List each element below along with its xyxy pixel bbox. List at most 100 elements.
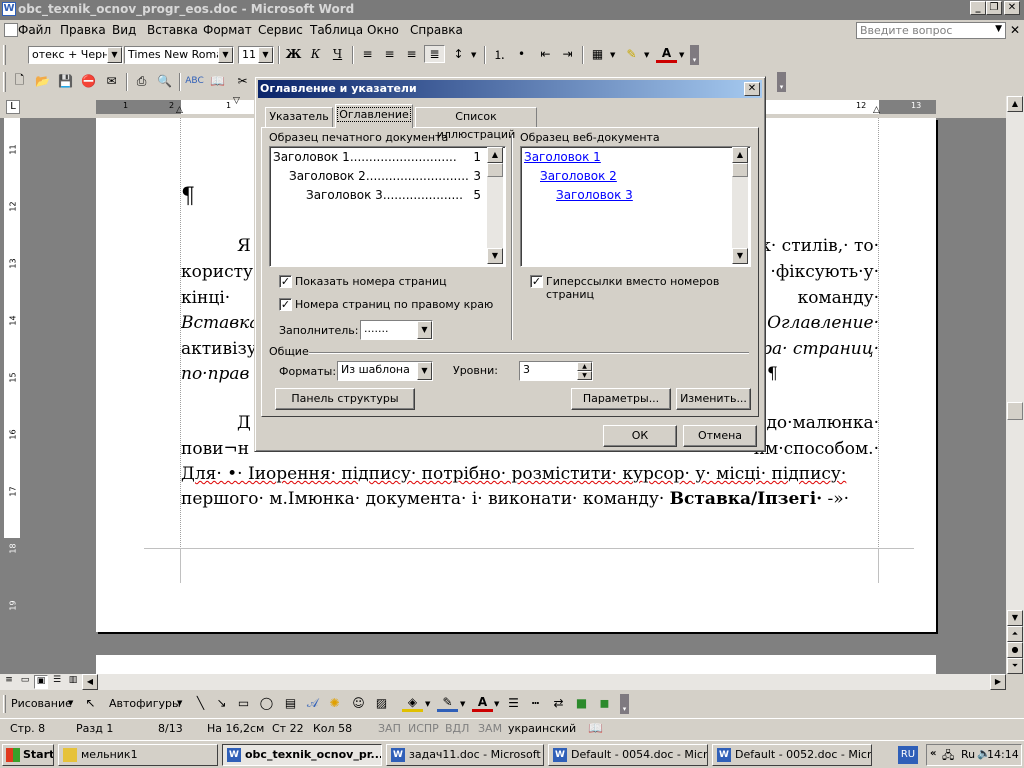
underline-icon[interactable]: Ч xyxy=(327,45,348,63)
show-page-numbers-label[interactable]: Показать номера страниц xyxy=(295,275,447,288)
print-layout-view-icon[interactable]: ▣ xyxy=(34,675,48,689)
scroll-thumb[interactable] xyxy=(487,163,503,177)
text-color-icon[interactable]: A xyxy=(472,694,493,712)
menu-table[interactable]: Таблица xyxy=(310,23,363,37)
arrow-style-icon[interactable]: ⇄ xyxy=(548,694,569,712)
line-style-icon[interactable]: ☰ xyxy=(503,694,524,712)
formats-select[interactable]: Из шаблона ▼ xyxy=(337,361,433,381)
next-document-page[interactable] xyxy=(96,655,936,674)
permission-icon[interactable]: ⛔ xyxy=(78,72,99,90)
justify-icon[interactable]: ≣ xyxy=(424,45,445,63)
menu-format[interactable]: Формат xyxy=(203,23,252,37)
close-window-button[interactable]: ✕ xyxy=(1004,1,1020,15)
horizontal-scrollbar[interactable]: ≡ ▭ ▣ ☰ ▥ ◀ ▶ xyxy=(0,674,1006,690)
spelling-status-icon[interactable]: 📖 xyxy=(588,721,603,735)
outline-toolbar-button[interactable]: Панель структуры xyxy=(275,388,415,410)
doc-menu-icon[interactable] xyxy=(4,23,18,37)
line-spacing-dropdown-icon[interactable]: ▼ xyxy=(471,51,476,59)
menu-file[interactable]: Файл xyxy=(18,23,51,37)
levels-down-icon[interactable]: ▼ xyxy=(577,371,592,380)
line-color-dropdown-icon[interactable]: ▼ xyxy=(460,700,465,708)
tab-contents[interactable]: Оглавление xyxy=(335,104,413,128)
toolbar-options-icon[interactable]: ▾ xyxy=(620,694,629,714)
3d-style-icon[interactable]: ◼ xyxy=(594,694,615,712)
toolbar-grip[interactable] xyxy=(3,695,6,713)
taskbar-folder-button[interactable]: мельник1 xyxy=(58,744,218,766)
dash-style-icon[interactable]: ┅ xyxy=(525,694,546,712)
open-icon[interactable]: 📂 xyxy=(32,72,53,90)
save-icon[interactable]: 💾 xyxy=(55,72,76,90)
hyperlinks-checkbox[interactable]: ✓ xyxy=(530,275,543,288)
autoshapes-menu[interactable]: Автофигуры xyxy=(109,697,181,710)
status-ovr[interactable]: ЗАМ xyxy=(478,722,502,735)
research-icon[interactable]: 📖 xyxy=(207,72,228,90)
scroll-down-icon[interactable]: ▼ xyxy=(487,248,503,264)
spelling-icon[interactable]: ABC xyxy=(184,72,205,90)
oval-tool-icon[interactable]: ◯ xyxy=(256,694,277,712)
scroll-up-icon[interactable]: ▲ xyxy=(1007,96,1023,112)
next-page-icon[interactable]: ⏷ xyxy=(1007,658,1023,674)
style-dropdown-icon[interactable]: ▼ xyxy=(107,47,122,63)
align-center-icon[interactable]: ≡ xyxy=(379,45,400,63)
status-ext[interactable]: ВДЛ xyxy=(445,722,469,735)
dialog-close-button[interactable]: ✕ xyxy=(744,82,760,96)
vertical-scrollbar[interactable]: ▲ ▼ ⏶ ● ⏷ xyxy=(1006,96,1024,674)
reading-view-icon[interactable]: ▥ xyxy=(66,675,80,689)
leader-select[interactable]: ....... ▼ xyxy=(360,320,433,340)
normal-view-icon[interactable]: ≡ xyxy=(2,675,16,689)
tab-index[interactable]: Указатель xyxy=(265,107,333,127)
borders-dropdown-icon[interactable]: ▼ xyxy=(610,51,615,59)
menu-insert[interactable]: Вставка xyxy=(147,23,198,37)
toolbar-grip[interactable] xyxy=(3,45,6,65)
menu-help[interactable]: Справка xyxy=(410,23,463,37)
leader-dropdown-icon[interactable]: ▼ xyxy=(417,321,432,339)
text-color-dropdown-icon[interactable]: ▼ xyxy=(494,700,499,708)
scroll-down-icon[interactable]: ▼ xyxy=(1007,610,1023,626)
prev-page-icon[interactable]: ⏶ xyxy=(1007,626,1023,642)
scroll-down-icon[interactable]: ▼ xyxy=(732,248,748,264)
taskbar-doc-button[interactable]: W Default - 0054.doc - Micr... xyxy=(548,744,708,766)
size-combo[interactable]: 11 ▼ xyxy=(238,46,274,64)
print-preview-scrollbar[interactable]: ▲ ▼ xyxy=(487,147,503,264)
align-left-icon[interactable]: ≡ xyxy=(357,45,378,63)
menu-view[interactable]: Вид xyxy=(112,23,136,37)
tray-language-label[interactable]: Ru xyxy=(961,748,975,761)
levels-up-icon[interactable]: ▲ xyxy=(577,362,592,371)
web-preview-scrollbar[interactable]: ▲ ▼ xyxy=(732,147,748,264)
scroll-up-icon[interactable]: ▲ xyxy=(732,147,748,163)
vertical-ruler[interactable]: 11 12 13 14 15 16 17 18 19 xyxy=(4,118,20,674)
taskbar-doc-button[interactable]: W задач11.doc - Microsoft ... xyxy=(386,744,544,766)
cancel-button[interactable]: Отмена xyxy=(683,425,757,447)
options-button[interactable]: Параметры... xyxy=(571,388,671,410)
right-align-numbers-checkbox[interactable]: ✓ xyxy=(279,298,292,311)
select-browse-object-icon[interactable]: ● xyxy=(1007,642,1023,658)
left-indent-marker[interactable]: △ xyxy=(176,105,183,115)
bold-icon[interactable]: Ж xyxy=(283,45,304,63)
tab-selector-icon[interactable]: L xyxy=(6,100,20,114)
select-objects-icon[interactable]: ↖ xyxy=(80,694,101,712)
levels-spinner[interactable]: 3 ▲ ▼ xyxy=(519,361,593,381)
first-line-indent-marker[interactable]: ▽ xyxy=(233,96,240,106)
outline-view-icon[interactable]: ☰ xyxy=(50,675,64,689)
minimize-button[interactable]: _ xyxy=(970,1,986,15)
web-preview-link-2[interactable]: Заголовок 2 xyxy=(540,169,617,183)
language-indicator[interactable]: RU xyxy=(898,746,918,764)
web-preview-link-3[interactable]: Заголовок 3 xyxy=(556,188,633,202)
web-view-icon[interactable]: ▭ xyxy=(18,675,32,689)
cut-icon[interactable]: ✂ xyxy=(232,72,253,90)
taskbar-active-doc-button[interactable]: W obc_texnik_ocnov_pr... xyxy=(222,744,382,766)
print-icon[interactable]: ⎙ xyxy=(131,72,152,90)
close-doc-icon[interactable]: ✕ xyxy=(1010,23,1020,37)
borders-icon[interactable]: ▦ xyxy=(587,45,608,63)
toolbar-grip[interactable] xyxy=(3,72,6,92)
scroll-left-icon[interactable]: ◀ xyxy=(82,674,98,690)
draw-menu[interactable]: Рисование xyxy=(11,697,72,710)
wordart-tool-icon[interactable]: 𝒜 xyxy=(302,694,323,712)
scroll-up-icon[interactable]: ▲ xyxy=(487,147,503,163)
align-right-icon[interactable]: ≡ xyxy=(401,45,422,63)
line-tool-icon[interactable]: ╲ xyxy=(190,694,211,712)
line-spacing-icon[interactable]: ↕ xyxy=(448,45,469,63)
increase-indent-icon[interactable]: ⇥ xyxy=(557,45,578,63)
textbox-tool-icon[interactable]: ▤ xyxy=(280,694,301,712)
decrease-indent-icon[interactable]: ⇤ xyxy=(535,45,556,63)
